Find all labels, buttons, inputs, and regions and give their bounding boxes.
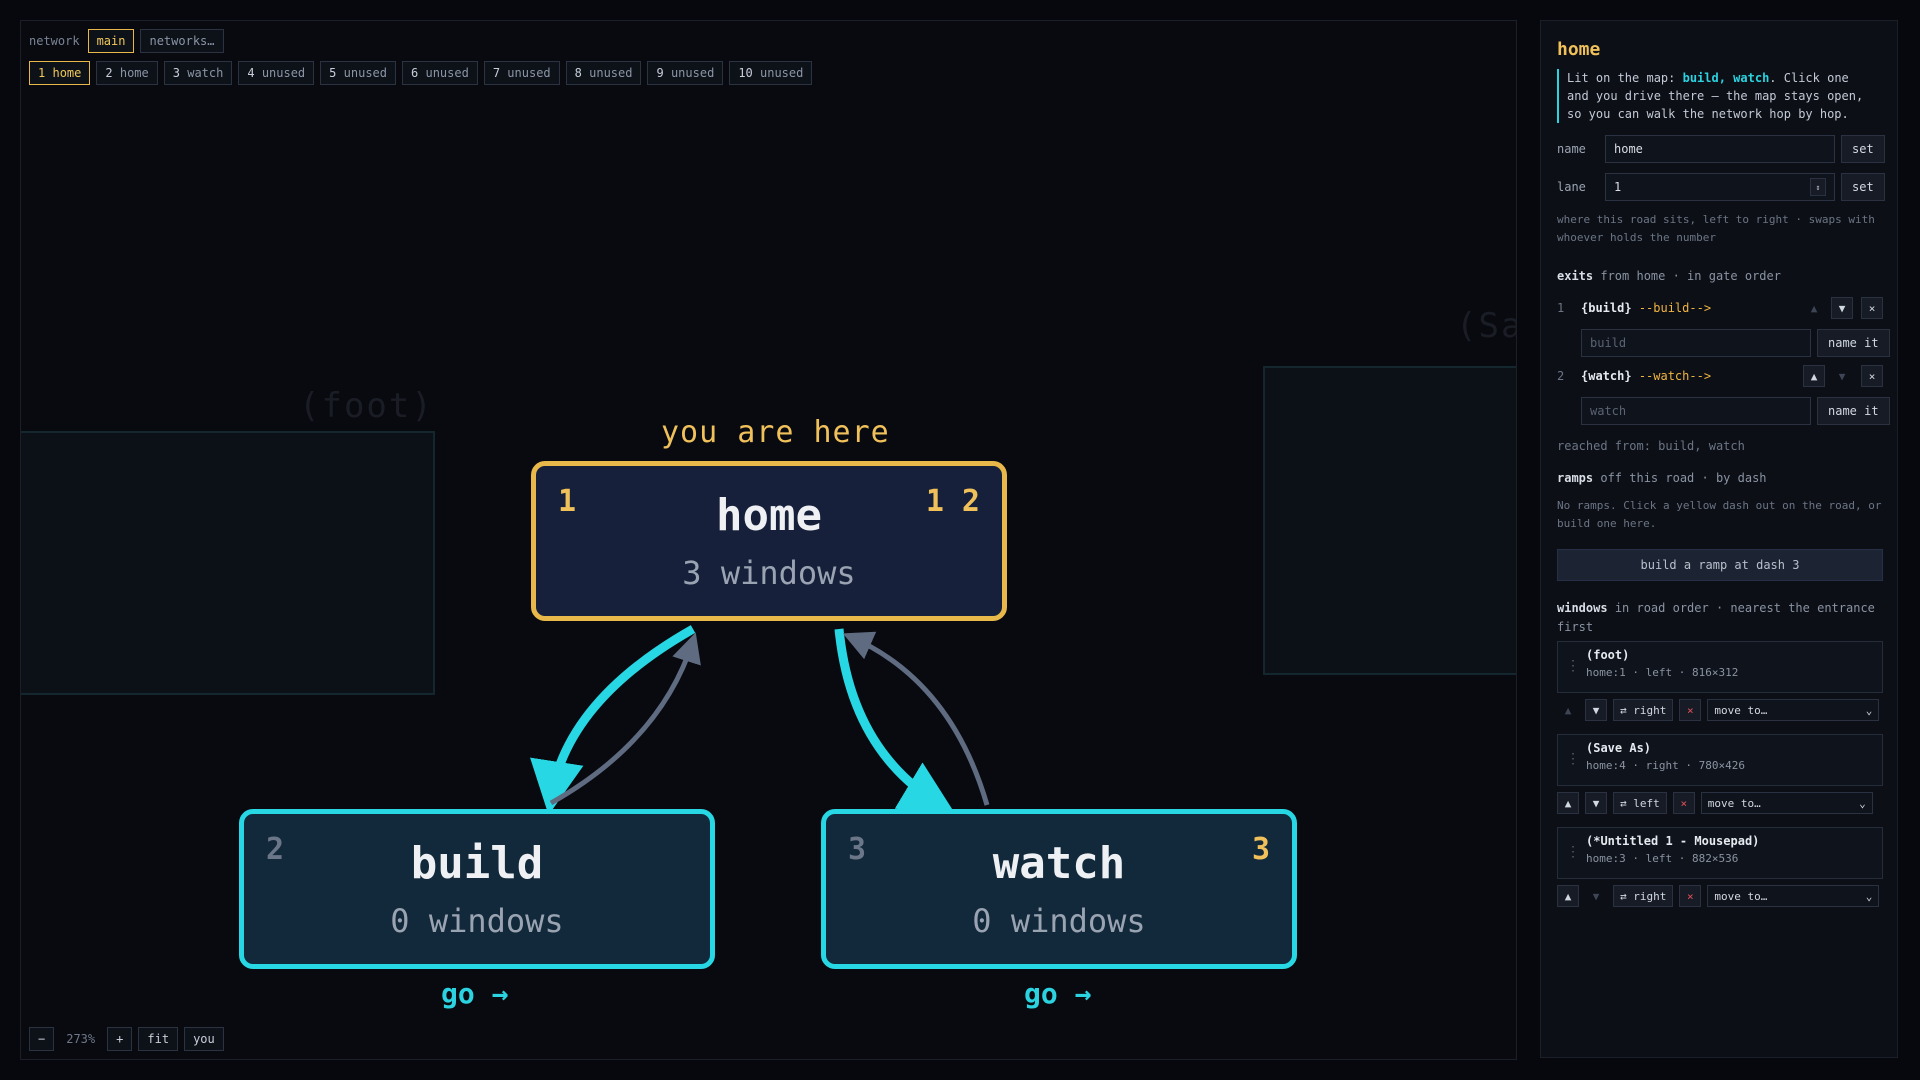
exit-row-2: 2 {watch} --watch--> ▲ ▼ × xyxy=(1557,365,1883,387)
zoom-level: 273% xyxy=(66,1032,96,1046)
window-1-controls: ▲ ▼ ⇄ right × move to… ⌄ xyxy=(1557,699,1880,721)
exit-1-remove-icon[interactable]: × xyxy=(1861,297,1883,319)
window-card-2[interactable]: ⋮ (Save As) home:4 · right · 780×426 xyxy=(1557,734,1883,786)
window-3-up-icon[interactable]: ▲ xyxy=(1557,885,1579,907)
lane-hint: where this road sits, left to right · sw… xyxy=(1557,213,1875,244)
window-3-down-icon[interactable]: ▼ xyxy=(1585,885,1607,907)
chevron-down-icon: ⌄ xyxy=(1865,889,1873,903)
exit-2-up-icon[interactable]: ▲ xyxy=(1803,365,1825,387)
exit-2-remove-icon[interactable]: × xyxy=(1861,365,1883,387)
build-ramp-button[interactable]: build a ramp at dash 3 xyxy=(1557,549,1883,581)
chevron-down-icon: ⌄ xyxy=(1859,796,1866,810)
edge-watch-to-home[interactable] xyxy=(842,631,990,806)
exit-1-name-it-button[interactable]: name it xyxy=(1817,329,1890,357)
window-3-remove-icon[interactable]: × xyxy=(1679,885,1702,907)
zoom-in-button[interactable]: + xyxy=(107,1027,133,1051)
window-3-move-select[interactable]: move to… ⌄ xyxy=(1707,885,1880,907)
node-build[interactable]: 2 build 0 windows xyxy=(239,809,715,969)
exit-name-row-1: build name it xyxy=(1557,329,1890,357)
go-watch-link[interactable]: go → xyxy=(1024,977,1091,1010)
exit-1-up-icon[interactable]: ▲ xyxy=(1803,297,1825,319)
drag-handle-icon[interactable]: ⋮ xyxy=(1566,844,1580,860)
reached-from: reached from: build, watch xyxy=(1557,439,1745,453)
exit-name-row-2: watch name it xyxy=(1557,397,1890,425)
ramps-note: No ramps. Click a yellow dash out on the… xyxy=(1557,499,1882,530)
window-3-swap-button[interactable]: ⇄ right xyxy=(1613,885,1674,907)
exit-row-1: 1 {build} --build--> ▲ ▼ × xyxy=(1557,297,1883,319)
panel-note: Lit on the map: build, watch. Click one … xyxy=(1557,69,1875,123)
network-map[interactable]: (foot) (Sav network main networks… 1 hom… xyxy=(20,20,1517,1060)
name-input[interactable]: home xyxy=(1605,135,1835,163)
chevron-down-icon: ⌄ xyxy=(1865,703,1873,717)
node-watch-windows: 0 windows xyxy=(972,902,1146,940)
edge-build-to-home[interactable] xyxy=(549,632,701,806)
exit-2-name-it-button[interactable]: name it xyxy=(1817,397,1890,425)
window-2-remove-icon[interactable]: × xyxy=(1672,792,1695,814)
node-home-windows: 3 windows xyxy=(682,554,856,592)
exit-code-2: {watch} --watch--> xyxy=(1581,369,1712,383)
exit-code-1: {build} --build--> xyxy=(1581,301,1712,315)
zoom-you-button[interactable]: you xyxy=(184,1027,224,1051)
window-1-down-icon[interactable]: ▼ xyxy=(1585,699,1607,721)
window-2-controls: ▲ ▼ ⇄ left × move to… ⌄ xyxy=(1557,792,1873,814)
edge-home-to-build[interactable] xyxy=(530,625,696,816)
window-1-up-icon[interactable]: ▲ xyxy=(1557,699,1579,721)
drag-handle-icon[interactable]: ⋮ xyxy=(1566,751,1580,767)
name-row: name home set xyxy=(1557,135,1885,163)
stepper-icon[interactable]: ⇕ xyxy=(1810,178,1826,196)
name-set-button[interactable]: set xyxy=(1841,135,1885,163)
window-2-up-icon[interactable]: ▲ xyxy=(1557,792,1579,814)
go-build-link[interactable]: go → xyxy=(441,977,508,1010)
exit-2-name-input[interactable]: watch xyxy=(1581,397,1811,425)
node-home-title: home xyxy=(716,490,822,541)
drag-handle-icon[interactable]: ⋮ xyxy=(1566,658,1580,674)
ramps-heading: ramps off this road · by dash xyxy=(1557,471,1767,485)
zoom-controls: − 273% + fit you xyxy=(29,1027,224,1051)
zoom-out-button[interactable]: − xyxy=(29,1027,55,1051)
window-card-1[interactable]: ⋮ (foot) home:1 · left · 816×312 xyxy=(1557,641,1883,693)
exit-1-down-icon[interactable]: ▼ xyxy=(1831,297,1853,319)
you-are-here-label: you are here xyxy=(661,415,890,450)
exits-heading: exits from home · in gate order xyxy=(1557,269,1781,283)
node-watch[interactable]: 3 3 watch 0 windows xyxy=(821,809,1297,969)
node-build-windows: 0 windows xyxy=(390,902,564,940)
window-1-remove-icon[interactable]: × xyxy=(1679,699,1702,721)
window-2-swap-button[interactable]: ⇄ left xyxy=(1613,792,1667,814)
node-watch-title: watch xyxy=(992,838,1126,889)
window-3-controls: ▲ ▼ ⇄ right × move to… ⌄ xyxy=(1557,885,1880,907)
exit-1-name-input[interactable]: build xyxy=(1581,329,1811,357)
lane-row: lane 1 ⇕ set xyxy=(1557,173,1885,201)
lane-set-button[interactable]: set xyxy=(1841,173,1885,201)
zoom-fit-button[interactable]: fit xyxy=(138,1027,179,1051)
name-label: name xyxy=(1557,142,1586,156)
window-1-swap-button[interactable]: ⇄ right xyxy=(1613,699,1674,721)
window-card-3[interactable]: ⋮ (*Untitled 1 - Mousepad) home:3 · left… xyxy=(1557,827,1883,879)
windows-heading: windows in road order · nearest the entr… xyxy=(1557,601,1875,634)
panel-title: home xyxy=(1557,39,1601,60)
window-1-move-select[interactable]: move to… ⌄ xyxy=(1707,699,1880,721)
exit-2-down-icon[interactable]: ▼ xyxy=(1831,365,1853,387)
node-home[interactable]: 1 1 2 home 3 windows xyxy=(531,461,1007,621)
road-inspector: home Lit on the map: build, watch. Click… xyxy=(1540,20,1898,1058)
window-2-down-icon[interactable]: ▼ xyxy=(1585,792,1607,814)
lane-input[interactable]: 1 ⇕ xyxy=(1605,173,1835,201)
lit-exits: build, watch xyxy=(1682,71,1770,85)
node-build-title: build xyxy=(410,838,544,889)
lane-label: lane xyxy=(1557,180,1586,194)
edge-home-to-watch[interactable] xyxy=(834,628,955,814)
window-2-move-select[interactable]: move to… ⌄ xyxy=(1700,792,1873,814)
